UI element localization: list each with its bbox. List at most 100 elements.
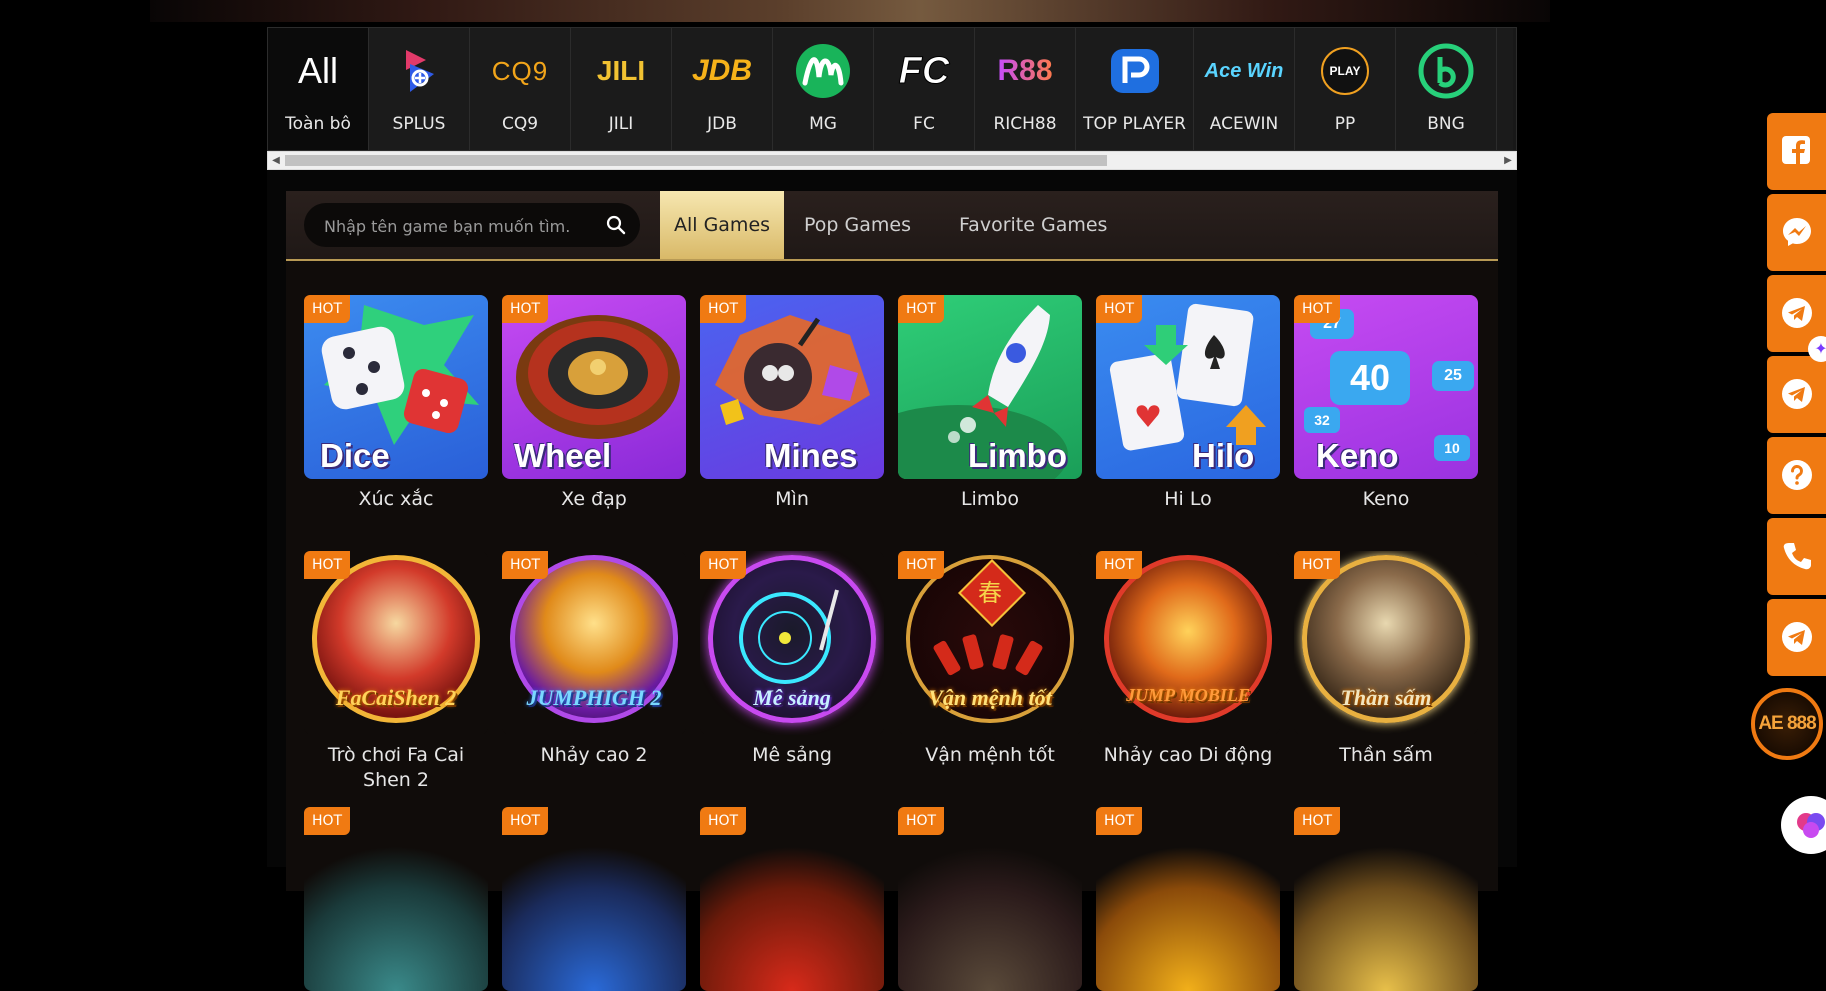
chat-brain-icon xyxy=(1797,813,1825,838)
provider-fc[interactable]: FC FC xyxy=(874,28,975,150)
hilo-art-title: Hilo xyxy=(1192,437,1255,474)
provider-all[interactable]: All Toàn bô xyxy=(268,28,369,150)
dice-art-title: Dice xyxy=(320,437,390,474)
scrollbar-thumb[interactable] xyxy=(285,155,1107,166)
provider-acewin[interactable]: Ace Win ACEWIN xyxy=(1194,28,1295,150)
provider-mg[interactable]: MG xyxy=(773,28,874,150)
cq9-logo: CQ9 xyxy=(491,55,549,86)
top-player-logo-icon xyxy=(1105,38,1165,104)
game-name[interactable]: Vận mệnh tốt xyxy=(898,743,1082,768)
keno-art-title: Keno xyxy=(1316,437,1399,474)
hot-badge: HOT xyxy=(1294,807,1340,835)
jump-high-2-art-title: JUMPHIGH 2 xyxy=(526,685,662,710)
header-banner-strip xyxy=(150,0,1550,22)
provider-label: RICH88 xyxy=(993,114,1057,134)
hot-badge: HOT xyxy=(304,807,350,835)
jump-mobile-art-title: JUMP MOBILE xyxy=(1126,685,1250,705)
keno-ball: 32 xyxy=(1304,407,1340,433)
splus-logo-icon xyxy=(396,38,442,104)
telegram-icon xyxy=(1782,298,1812,328)
question-icon xyxy=(1782,460,1812,490)
provider-splus[interactable]: SPLUS xyxy=(369,28,470,150)
provider-jili[interactable]: JILI JILI xyxy=(571,28,672,150)
provider-label: TOP PLAYER xyxy=(1083,114,1186,134)
search-icon[interactable] xyxy=(606,215,626,235)
game-name[interactable]: Limbo xyxy=(898,487,1082,512)
chat-widget-button[interactable] xyxy=(1781,796,1826,854)
hot-badge: HOT xyxy=(700,295,746,323)
facebook-button[interactable] xyxy=(1767,113,1826,190)
provider-label: JDB xyxy=(707,114,737,134)
provider-label: MG xyxy=(809,114,837,134)
games-toolbar: All Games Pop Games Favorite Games xyxy=(286,191,1498,261)
game-name[interactable]: Mê sảng xyxy=(700,743,884,768)
hot-badge: HOT xyxy=(502,551,548,579)
game-name[interactable]: Mìn xyxy=(700,487,884,512)
provider-jdb[interactable]: JDB JDB xyxy=(672,28,773,150)
telegram-icon xyxy=(1782,622,1812,652)
telegram-button[interactable] xyxy=(1767,356,1826,433)
jili-logo: JILI xyxy=(596,55,646,86)
rich88-logo: R88 xyxy=(997,54,1053,87)
game-name[interactable]: Xúc xắc xyxy=(304,487,488,512)
pp-logo: PLAY xyxy=(1321,38,1369,104)
van-menh-tot-art-title: Vận mệnh tốt xyxy=(928,685,1052,710)
provider-label: BNG xyxy=(1427,114,1465,134)
provider-bar: All Toàn bô SPLUS CQ9 CQ9 JILI JILI JDB xyxy=(267,27,1517,151)
provider-rich88[interactable]: R88 RICH88 xyxy=(975,28,1076,150)
mines-art-title: Mines xyxy=(764,437,858,474)
hot-badge: HOT xyxy=(700,551,746,579)
tab-all-games[interactable]: All Games xyxy=(660,191,784,259)
facebook-icon xyxy=(1782,136,1810,165)
hot-badge: HOT xyxy=(502,807,548,835)
provider-label: JILI xyxy=(608,114,634,134)
phone-button[interactable] xyxy=(1767,518,1826,595)
hot-badge: HOT xyxy=(1294,551,1340,579)
keno-ball: 10 xyxy=(1434,435,1470,461)
hot-badge: HOT xyxy=(700,807,746,835)
fa-cai-shen-art-title: FaCaiShen 2 xyxy=(335,685,457,710)
hot-badge: HOT xyxy=(502,295,548,323)
game-name[interactable]: Hi Lo xyxy=(1096,487,1280,512)
hot-badge: HOT xyxy=(304,551,350,579)
provider-bng[interactable]: BNG xyxy=(1396,28,1497,150)
bng-logo-icon xyxy=(1418,38,1474,104)
help-button[interactable] xyxy=(1767,437,1826,514)
wheel-art-title: Wheel xyxy=(514,437,612,474)
messenger-icon xyxy=(1783,218,1811,246)
search-box xyxy=(304,203,640,249)
hot-badge: HOT xyxy=(1096,807,1142,835)
all-logo: All xyxy=(297,50,338,91)
provider-top-player[interactable]: TOP PLAYER xyxy=(1076,28,1194,150)
mg-logo-icon xyxy=(795,38,851,104)
tab-favorite-games[interactable]: Favorite Games xyxy=(959,191,1107,259)
game-name[interactable]: Nhảy cao 2 xyxy=(502,743,686,768)
scroll-right-icon[interactable]: ▶ xyxy=(1500,152,1516,169)
game-name[interactable]: Xe đạp xyxy=(502,487,686,512)
game-name[interactable]: Keno xyxy=(1294,487,1478,512)
game-name[interactable]: Trò chơi Fa Cai Shen 2 xyxy=(304,743,488,793)
tab-pop-games[interactable]: Pop Games xyxy=(804,191,911,259)
phone-icon xyxy=(1783,543,1811,570)
provider-overflow[interactable] xyxy=(1497,28,1513,150)
search-input[interactable] xyxy=(322,203,596,249)
provider-scrollbar[interactable]: ◀ ▶ xyxy=(267,151,1517,170)
messenger-button[interactable] xyxy=(1767,194,1826,271)
hot-badge: HOT xyxy=(1294,295,1340,323)
hot-badge: HOT xyxy=(898,807,944,835)
hot-badge: HOT xyxy=(898,551,944,579)
provider-label: PP xyxy=(1334,114,1356,134)
telegram-button[interactable] xyxy=(1767,599,1826,676)
jdb-logo: JDB xyxy=(691,54,752,87)
keno-ball: 25 xyxy=(1432,361,1474,391)
game-name[interactable]: Nhảy cao Di động xyxy=(1096,743,1280,768)
games-main: All Toàn bô SPLUS CQ9 CQ9 JILI JILI JDB xyxy=(267,27,1517,991)
fc-logo: FC xyxy=(898,49,950,92)
provider-label: ACEWIN xyxy=(1209,114,1279,134)
scroll-left-icon[interactable]: ◀ xyxy=(268,152,284,169)
provider-cq9[interactable]: CQ9 CQ9 xyxy=(470,28,571,150)
ae888-floating-logo[interactable]: AE 888 xyxy=(1751,688,1823,760)
hot-badge: HOT xyxy=(1096,551,1142,579)
game-name[interactable]: Thần sấm xyxy=(1294,743,1478,768)
provider-pp[interactable]: PLAY PP xyxy=(1295,28,1396,150)
